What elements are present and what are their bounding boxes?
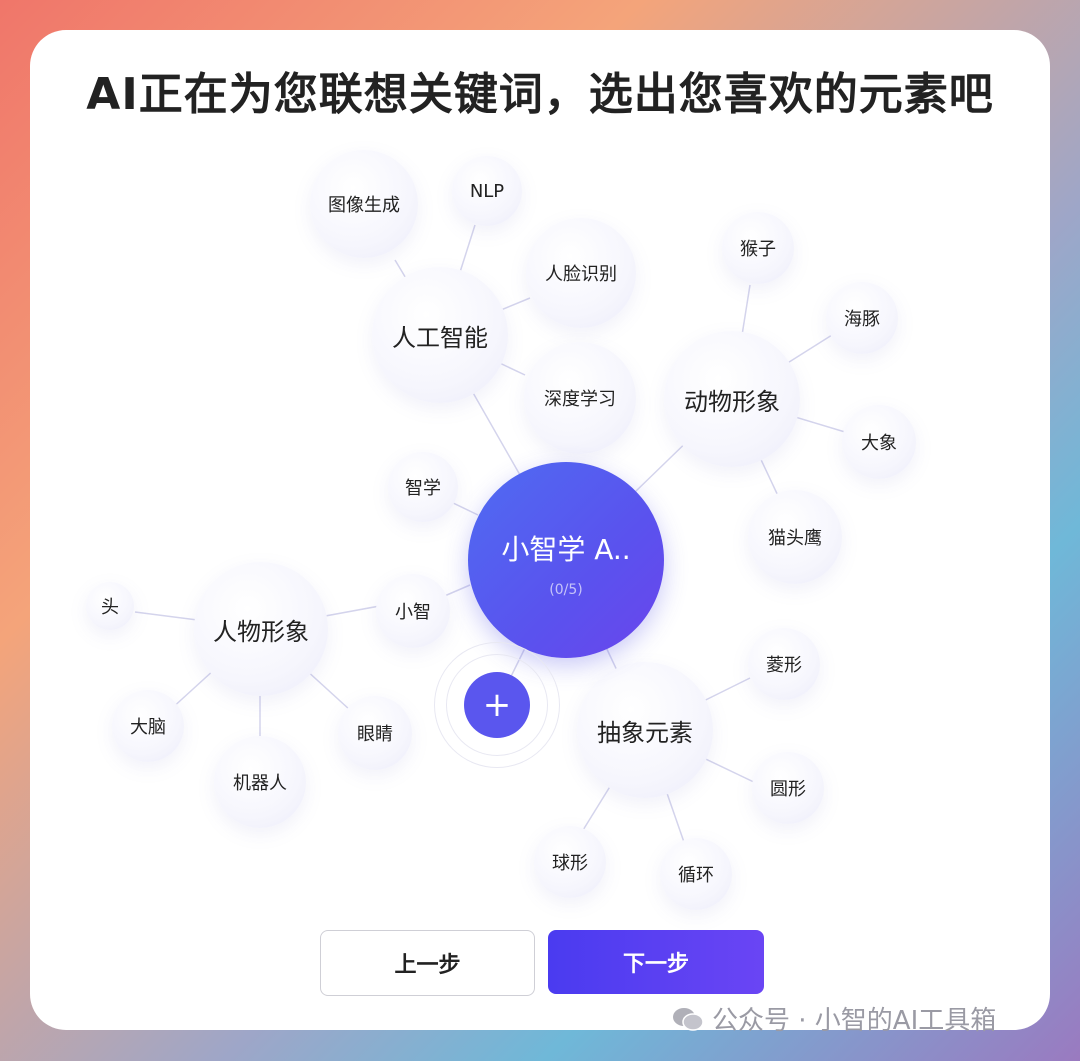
keyword-monkey[interactable]: 猴子 <box>722 212 794 284</box>
keyword-elephant[interactable]: 大象 <box>842 405 916 479</box>
keyword-sphere[interactable]: 球形 <box>534 826 606 898</box>
keyword-group-ai[interactable]: 人工智能 <box>372 267 508 403</box>
keyword-head[interactable]: 头 <box>86 582 134 630</box>
previous-step-button[interactable]: 上一步 <box>320 930 535 996</box>
keyword-nlp[interactable]: NLP <box>452 156 522 226</box>
next-step-button[interactable]: 下一步 <box>548 930 764 994</box>
plus-icon: + <box>482 685 512 725</box>
keyword-group-animal[interactable]: 动物形象 <box>664 331 800 467</box>
keyword-circle[interactable]: 圆形 <box>752 752 824 824</box>
wechat-icon <box>672 1006 704 1032</box>
center-node-label: 小智学 A.. <box>501 533 631 566</box>
keyword-group-abstract[interactable]: 抽象元素 <box>577 662 713 798</box>
watermark: 公众号 · 小智的AI工具箱 <box>672 1000 996 1037</box>
keyword-group-person[interactable]: 人物形象 <box>194 562 328 696</box>
keyword-diamond[interactable]: 菱形 <box>748 628 820 700</box>
keyword-loop[interactable]: 循环 <box>660 838 732 910</box>
center-node[interactable]: 小智学 A.. (0/5) <box>468 462 664 658</box>
add-keyword-button[interactable]: + <box>464 672 530 738</box>
keyword-xiaozhi[interactable]: 小智 <box>376 574 450 648</box>
keyword-image-generation[interactable]: 图像生成 <box>310 150 418 258</box>
watermark-text: 公众号 · 小智的AI工具箱 <box>712 1006 997 1036</box>
keyword-zhixue[interactable]: 智学 <box>388 452 458 522</box>
keyword-deep-learning[interactable]: 深度学习 <box>524 342 636 454</box>
keyword-eyes[interactable]: 眼睛 <box>338 696 412 770</box>
keyword-face-recognition[interactable]: 人脸识别 <box>526 218 636 328</box>
keyword-brain[interactable]: 大脑 <box>112 690 184 762</box>
selection-count: (0/5) <box>549 582 583 598</box>
keyword-robot[interactable]: 机器人 <box>214 736 306 828</box>
keyword-dolphin[interactable]: 海豚 <box>826 282 898 354</box>
keyword-owl[interactable]: 猫头鹰 <box>748 490 842 584</box>
